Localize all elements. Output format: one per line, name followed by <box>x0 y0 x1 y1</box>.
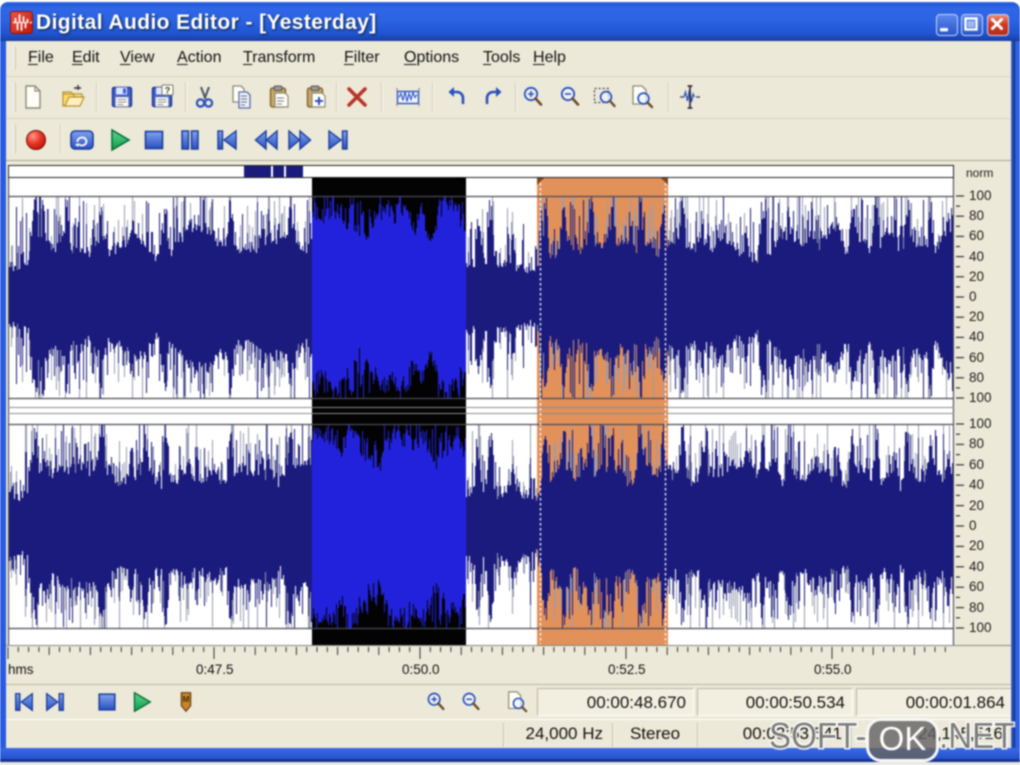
svg-text:?: ? <box>165 86 171 96</box>
svg-text:M: M <box>183 694 190 704</box>
